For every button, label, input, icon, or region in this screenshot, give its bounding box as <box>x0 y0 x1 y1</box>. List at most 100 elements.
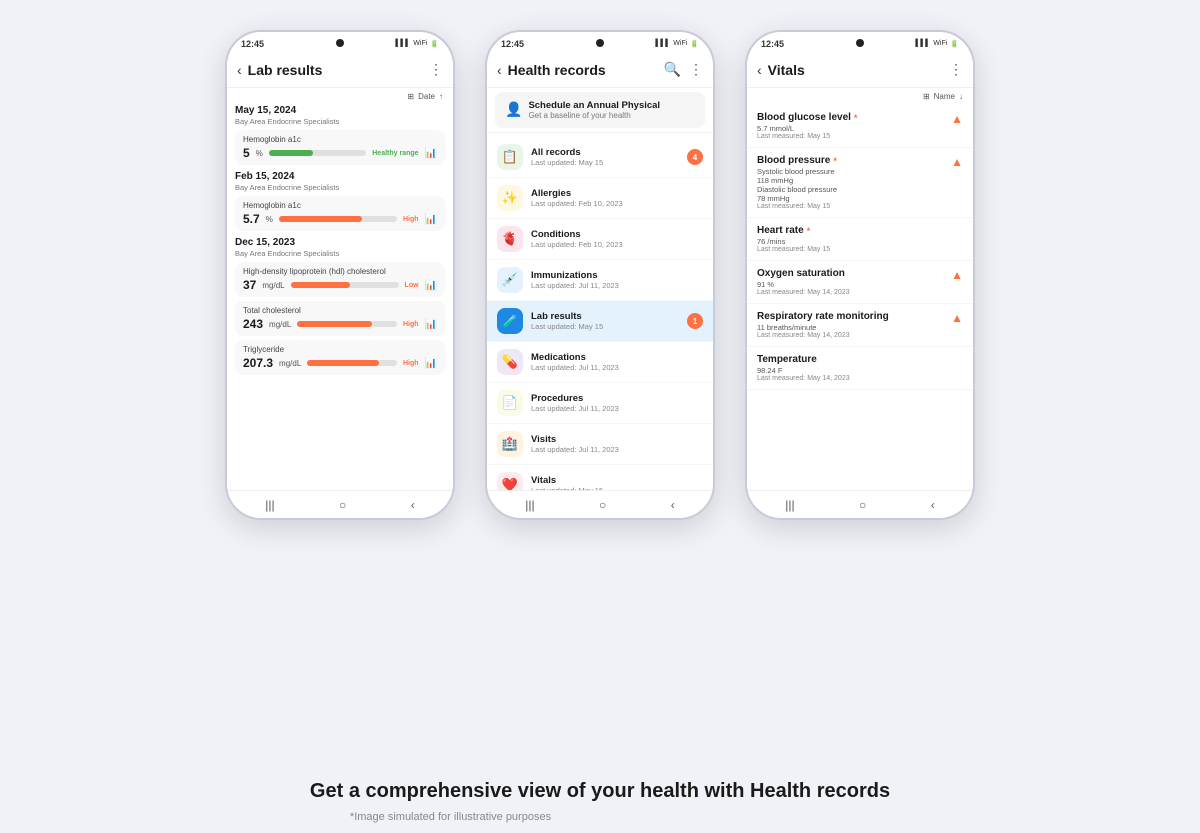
more-options-icon[interactable]: ⋮ <box>429 61 443 78</box>
record-text: Lab results Last updated: May 15 <box>531 311 679 331</box>
vital-detail: 91 % <box>757 280 850 289</box>
lab-item-hdl[interactable]: High-density lipoprotein (hdl) cholester… <box>235 262 445 297</box>
lab-bar <box>279 216 397 222</box>
record-item-conditions[interactable]: 🫀 Conditions Last updated: Feb 10, 2023 <box>487 219 713 260</box>
back-icon[interactable]: ‹ <box>757 62 762 78</box>
vital-last: Last measured: May 15 <box>757 246 830 253</box>
lab-status: High <box>403 360 419 367</box>
all-records-icon-wrap: 📋 <box>497 144 523 170</box>
disclaimer: *Image simulated for illustrative purpos… <box>310 811 890 823</box>
divider <box>487 132 713 133</box>
lab-value: 5.7 <box>243 212 260 226</box>
lab-item-hba1c-feb[interactable]: Hemoglobin a1c 5.7 % High 📊 <box>235 196 445 231</box>
lab-results-content: May 15, 2024 Bay Area Endocrine Speciali… <box>227 105 453 490</box>
nav-back-icon[interactable]: ‹ <box>671 498 675 512</box>
record-item-immunizations[interactable]: 💉 Immunizations Last updated: Jul 11, 20… <box>487 260 713 301</box>
search-icon[interactable]: 🔍 <box>664 61 681 78</box>
more-options-icon[interactable]: ⋮ <box>949 61 963 78</box>
vitals-content: Blood glucose level * 5.7 mmol/L Last me… <box>747 105 973 490</box>
vital-heart-rate[interactable]: Heart rate* 76 /mins Last measured: May … <box>747 218 973 261</box>
record-item-medications[interactable]: 💊 Medications Last updated: Jul 11, 2023 <box>487 342 713 383</box>
medications-icon: 💊 <box>502 354 518 370</box>
procedures-icon: 📄 <box>502 395 518 411</box>
nav-back-icon[interactable]: ‹ <box>931 498 935 512</box>
visits-icon-wrap: 🏥 <box>497 431 523 457</box>
phone1-time: 12:45 <box>241 39 264 49</box>
back-icon[interactable]: ‹ <box>237 62 242 78</box>
nav-home-icon[interactable]: ○ <box>859 498 866 512</box>
chart-icon[interactable]: 📊 <box>425 148 437 159</box>
sort-desc-icon[interactable]: ↓ <box>959 92 963 101</box>
medications-icon-wrap: 💊 <box>497 349 523 375</box>
record-name: Procedures <box>531 393 703 404</box>
vital-diastolic-label: Diastolic blood pressure <box>757 185 837 194</box>
lab-provider-1: Bay Area Endocrine Specialists <box>235 117 445 126</box>
sort-label[interactable]: Name <box>934 92 955 101</box>
record-item-procedures[interactable]: 📄 Procedures Last updated: Jul 11, 2023 <box>487 383 713 424</box>
phone2-bottom-nav: ||| ○ ‹ <box>487 490 713 518</box>
health-records-content: 👤 Schedule an Annual Physical Get a base… <box>487 88 713 490</box>
record-item-lab-results[interactable]: 🧪 Lab results Last updated: May 15 1 <box>487 301 713 342</box>
schedule-banner[interactable]: 👤 Schedule an Annual Physical Get a base… <box>495 92 705 128</box>
signal-icon: ▌▌▌ <box>655 40 670 48</box>
nav-back-icon[interactable]: ‹ <box>411 498 415 512</box>
vital-respiratory[interactable]: Respiratory rate monitoring 11 breaths/m… <box>747 304 973 347</box>
allergies-icon: ✨ <box>502 190 518 206</box>
procedures-icon-wrap: 📄 <box>497 390 523 416</box>
vital-blood-pressure[interactable]: Blood pressure* Systolic blood pressure … <box>747 148 973 218</box>
vital-temperature[interactable]: Temperature 98.24 F Last measured: May 1… <box>747 347 973 390</box>
lab-bar-fill <box>269 150 313 156</box>
all-records-icon: 📋 <box>502 149 518 165</box>
lab-item-name: High-density lipoprotein (hdl) cholester… <box>243 267 437 276</box>
chart-icon[interactable]: 📊 <box>425 214 437 225</box>
conditions-icon-wrap: 🫀 <box>497 226 523 252</box>
bottom-section: Get a comprehensive view of your health … <box>290 764 910 833</box>
phone1-wrapper: 12:45 ▌▌▌ WiFi 🔋 ‹ Lab results ⋮ <box>225 30 455 520</box>
phone3-time: 12:45 <box>761 39 784 49</box>
nav-recent-icon[interactable]: ||| <box>265 498 274 512</box>
lab-item-triglyceride[interactable]: Triglyceride 207.3 mg/dL High 📊 <box>235 340 445 375</box>
filter-icon[interactable]: ⊞ <box>923 92 930 101</box>
record-text: Medications Last updated: Jul 11, 2023 <box>531 352 703 372</box>
chart-icon[interactable]: 📊 <box>425 319 437 330</box>
phone3-header: ‹ Vitals ⋮ <box>747 52 973 88</box>
lab-unit: mg/dL <box>279 359 301 368</box>
vital-name: Temperature <box>757 354 850 365</box>
vital-systolic: 118 mmHg <box>757 176 837 185</box>
vital-blood-glucose[interactable]: Blood glucose level * 5.7 mmol/L Last me… <box>747 105 973 148</box>
lab-item-total-cholesterol[interactable]: Total cholesterol 243 mg/dL High 📊 <box>235 301 445 336</box>
record-item-vitals[interactable]: ❤️ Vitals Last updated: May 15 <box>487 465 713 490</box>
phone2-time: 12:45 <box>501 39 524 49</box>
record-item-all[interactable]: 📋 All records Last updated: May 15 4 <box>487 137 713 178</box>
vital-last: Last measured: May 15 <box>757 203 837 210</box>
more-options-icon[interactable]: ⋮ <box>689 61 703 78</box>
record-item-allergies[interactable]: ✨ Allergies Last updated: Feb 10, 2023 <box>487 178 713 219</box>
nav-home-icon[interactable]: ○ <box>339 498 346 512</box>
record-name: Conditions <box>531 229 703 240</box>
nav-recent-icon[interactable]: ||| <box>525 498 534 512</box>
filter-icon[interactable]: ⊞ <box>407 92 414 101</box>
nav-home-icon[interactable]: ○ <box>599 498 606 512</box>
sort-label[interactable]: Date <box>418 92 435 101</box>
record-text: Vitals Last updated: May 15 <box>531 475 703 490</box>
phone2: 12:45 ▌▌▌ WiFi 🔋 ‹ Health records 🔍 ⋮ <box>485 30 715 520</box>
phone1-camera <box>336 39 344 47</box>
nav-recent-icon[interactable]: ||| <box>785 498 794 512</box>
lab-date-3: Dec 15, 2023 <box>235 237 445 248</box>
sort-asc-icon[interactable]: ↑ <box>439 92 443 101</box>
immunizations-icon: 💉 <box>502 272 518 288</box>
vital-detail: 76 /mins <box>757 237 830 246</box>
lab-bar-fill <box>279 216 362 222</box>
vital-oxygen[interactable]: Oxygen saturation 91 % Last measured: Ma… <box>747 261 973 304</box>
record-item-visits[interactable]: 🏥 Visits Last updated: Jul 11, 2023 <box>487 424 713 465</box>
record-name: Immunizations <box>531 270 703 281</box>
phone2-header: ‹ Health records 🔍 ⋮ <box>487 52 713 88</box>
vital-detail: 11 breaths/minute <box>757 323 889 332</box>
chart-icon[interactable]: 📊 <box>425 358 437 369</box>
phone3-wrapper: 12:45 ▌▌▌ WiFi 🔋 ‹ Vitals ⋮ <box>745 30 975 520</box>
lab-status: Healthy range <box>372 150 418 157</box>
lab-item-hba1c-may[interactable]: Hemoglobin a1c 5 % Healthy range 📊 <box>235 130 445 165</box>
back-icon[interactable]: ‹ <box>497 62 502 78</box>
chart-icon[interactable]: 📊 <box>425 280 437 291</box>
record-text: Conditions Last updated: Feb 10, 2023 <box>531 229 703 249</box>
